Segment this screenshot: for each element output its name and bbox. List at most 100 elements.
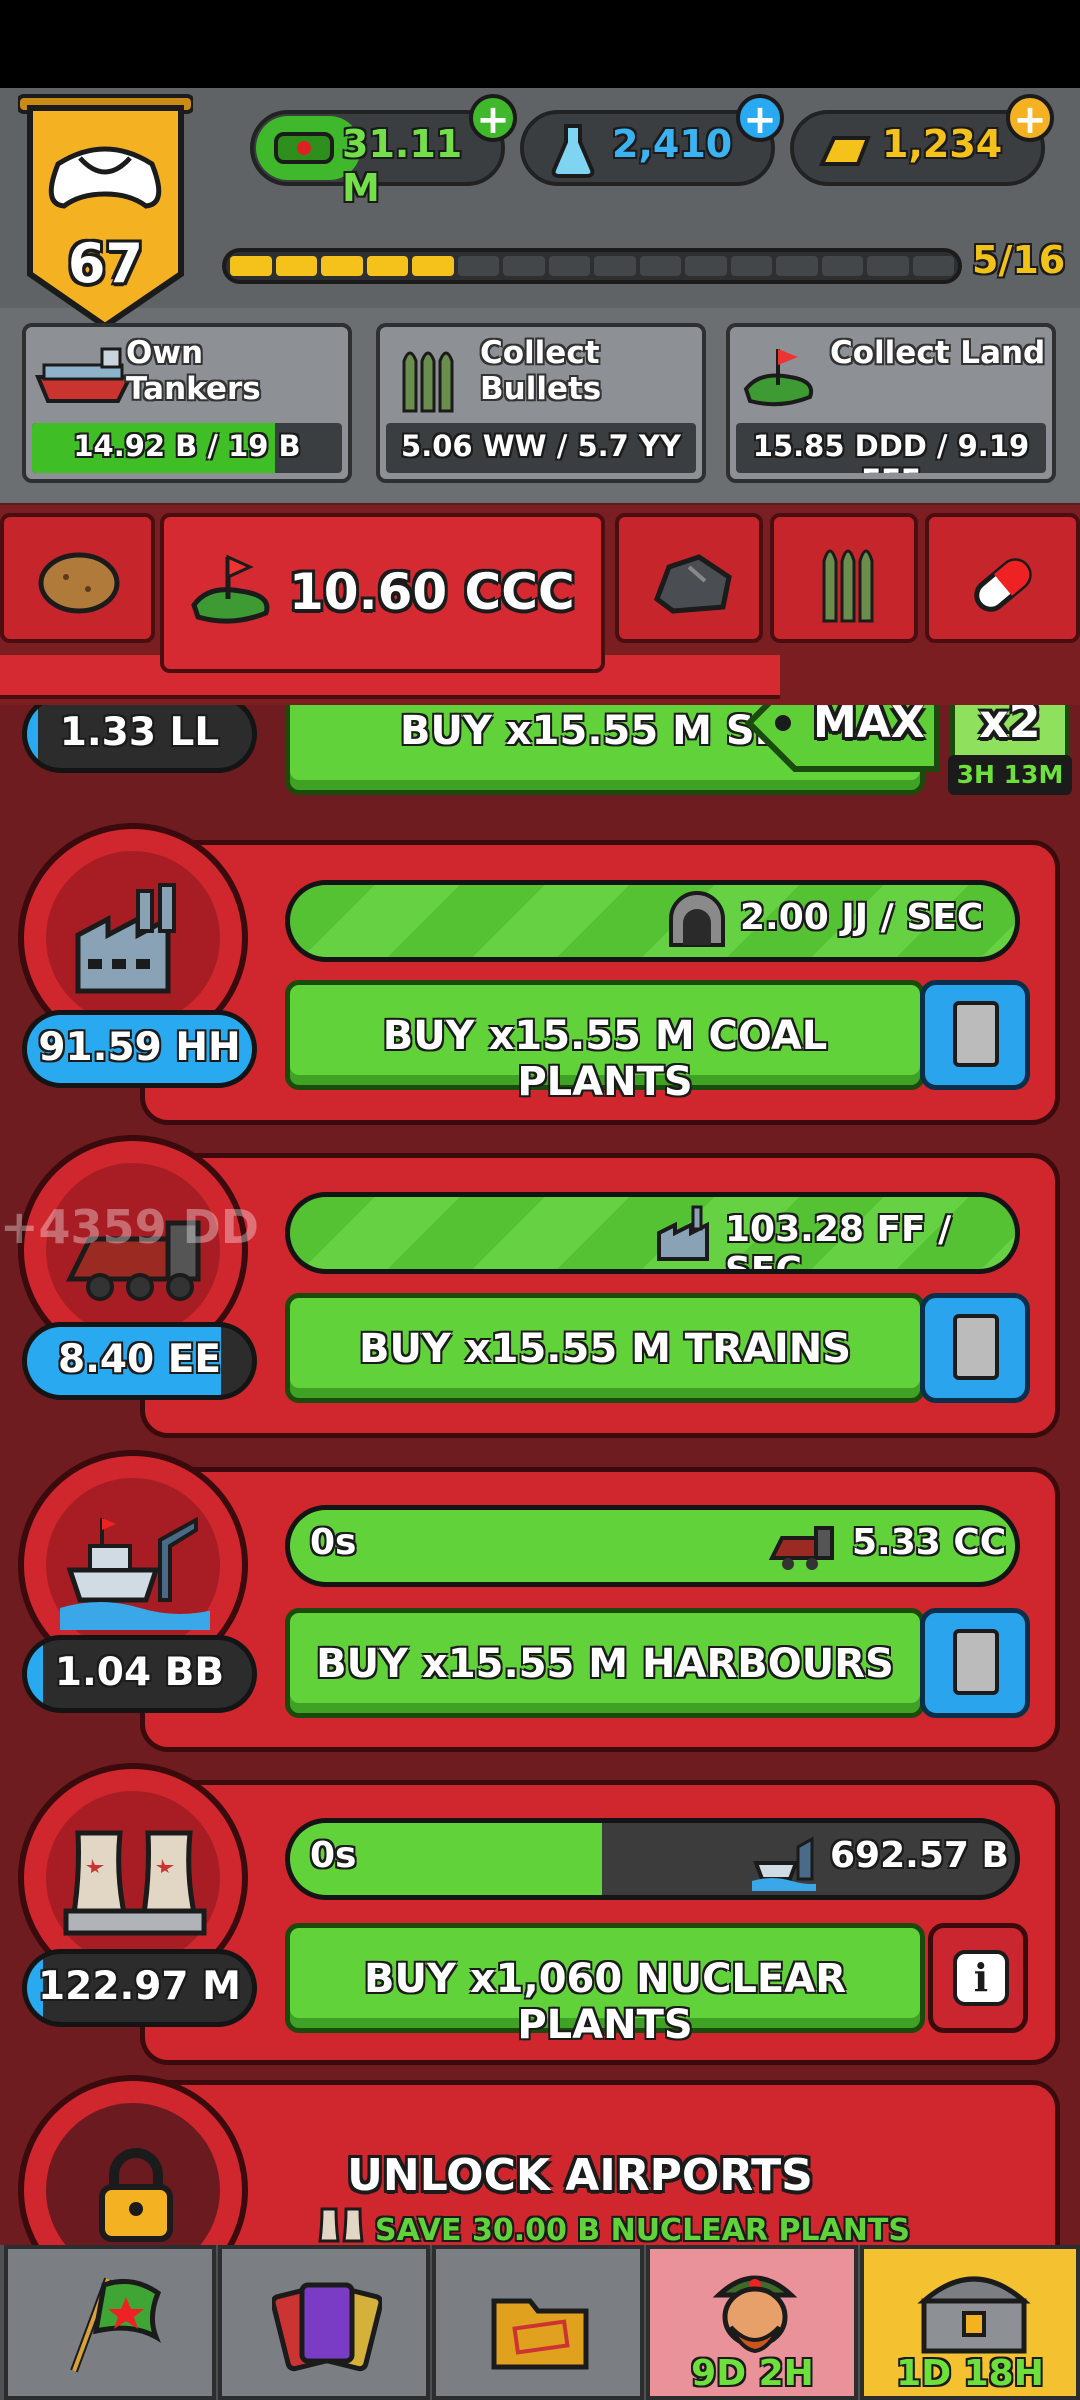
unlock-title: UNLOCK AIRPORTS (347, 2150, 813, 2201)
quest-progress-text: 14.92 B / 19 B (73, 429, 301, 463)
bullets-icon (398, 341, 458, 417)
progress-segment (275, 256, 317, 276)
production-amount: 692.57 B (830, 1835, 1009, 1876)
buy-nuclear-plants-button[interactable]: BUY x1,060 NUCLEAR PLANTS (285, 1923, 925, 2048)
owned-value: 91.59 HH (38, 1025, 241, 1070)
owned-count: 122.97 M (22, 1949, 257, 2027)
level-progress-bar (222, 248, 962, 284)
gold-bars-icon (818, 128, 874, 172)
potato-icon (34, 547, 124, 617)
owned-value: 1.33 LL (59, 710, 220, 755)
tab-ore[interactable] (615, 513, 763, 643)
nav-missions[interactable] (432, 2245, 644, 2400)
progress-segment (821, 256, 863, 276)
quest-own-tankers[interactable]: Own Tankers 14.92 B / 19 B (22, 323, 352, 483)
unlock-requirement: SAVE 30.00 B NUCLEAR PLANTS (375, 2213, 910, 2245)
folder-icon (486, 2271, 596, 2381)
info-icon: i (953, 1950, 1009, 2006)
owned-count: 1.33 LL (22, 705, 257, 773)
progress-segment (867, 256, 909, 276)
quest-title: Own Tankers (126, 335, 261, 407)
buy-coal-plants-button[interactable]: BUY x15.55 M COAL PLANTS (285, 980, 925, 1105)
tab-bullets[interactable] (770, 513, 918, 643)
multiplier-label: x2 (979, 705, 1041, 748)
add-research-button[interactable]: + (736, 94, 784, 142)
harbour-icon (60, 1500, 220, 1630)
quest-collect-land[interactable]: Collect Land 15.85 DDD / 9.19 FFF (726, 323, 1056, 483)
progress-segment (457, 256, 499, 276)
cash-resource[interactable]: 31.11 M + (250, 94, 517, 210)
owned-count: 91.59 HH (22, 1010, 257, 1088)
research-resource[interactable]: 2,410 + (520, 94, 784, 186)
info-button[interactable]: i (928, 1923, 1028, 2033)
tab-potato[interactable] (0, 513, 155, 643)
tab-land-value: 10.60 CCC (289, 563, 575, 621)
progress-segment (230, 256, 272, 276)
level-progress-text: 5/16 (972, 238, 1066, 282)
add-cash-button[interactable]: + (469, 94, 517, 142)
buy-trains-button[interactable]: BUY x15.55 M TRAINS (285, 1293, 925, 1403)
upgrade-card-button[interactable] (920, 980, 1030, 1090)
buy-harbours-button[interactable]: BUY x15.55 M HARBOURS (285, 1608, 925, 1718)
quest-title-line1: Collect (480, 335, 600, 371)
max-label: MAX (813, 705, 925, 748)
land-flag-icon (740, 341, 820, 411)
nuclear-plant-icon (60, 1813, 210, 1943)
quest-collect-bullets[interactable]: Collect Bullets 5.06 WW / 5.7 YY (376, 323, 706, 483)
owned-count: 1.04 BB (22, 1635, 257, 1713)
cards-icon (270, 2271, 384, 2381)
land-flag-icon (188, 549, 278, 629)
bullets-icon (818, 537, 878, 627)
progress-segment (321, 256, 363, 276)
nav-cards[interactable] (218, 2245, 430, 2400)
quest-title-line2: Bullets (480, 371, 602, 407)
card-icon (953, 1629, 999, 1695)
tab-land[interactable]: 10.60 CCC (160, 513, 605, 673)
buy-label: BUY x15.55 M TRAINS (358, 1326, 852, 1372)
upgrade-card-button[interactable] (920, 1293, 1030, 1403)
owned-count: 8.40 EE (22, 1322, 257, 1400)
gold-resource[interactable]: 1,234 + (790, 94, 1054, 186)
mine-icon (665, 889, 729, 953)
nav-rewards-timer: 1D 18H (896, 2353, 1044, 2394)
quest-progress-bar: 15.85 DDD / 9.19 FFF (736, 423, 1046, 473)
progress-segment (503, 256, 545, 276)
nav-flag[interactable] (4, 2245, 216, 2400)
production-bar: 103.28 FF / SEC (285, 1192, 1020, 1274)
buy-label: BUY x1,060 NUCLEAR PLANTS (364, 1956, 846, 2048)
nav-general[interactable]: 9D 2H (646, 2245, 858, 2400)
pill-icon (963, 545, 1043, 625)
buy-label: BUY x15.55 M HARBOURS (316, 1641, 894, 1687)
nav-general-timer: 9D 2H (691, 2353, 814, 2394)
upgrade-card-button[interactable] (920, 1608, 1030, 1718)
nav-rewards[interactable]: 1D 18H (860, 2245, 1080, 2400)
top-hud: 67 31.11 M + 2,410 + 1,234 + 5/16 Own Ta… (0, 88, 1080, 503)
status-bar (0, 0, 1080, 88)
tab-pill[interactable] (925, 513, 1080, 643)
gold-value: 1,234 (882, 122, 1003, 166)
floating-income-text: +4359 DD (0, 1200, 259, 1254)
card-icon (953, 1001, 999, 1067)
train-icon (768, 1518, 838, 1574)
bottom-nav: 9D 2H 1D 18H (0, 2245, 1080, 2400)
production-timer: 0s (310, 1835, 357, 1876)
production-timer: 0s (310, 1522, 357, 1563)
quest-progress-text: 15.85 DDD / 9.19 FFF (752, 429, 1030, 473)
quest-title: Collect Land (830, 335, 1046, 371)
ore-icon (649, 547, 737, 617)
flag-icon (58, 2271, 168, 2381)
max-button[interactable]: MAX (744, 705, 945, 773)
production-bar: 0s 5.33 CC (285, 1505, 1020, 1587)
progress-segment (366, 256, 408, 276)
production-bar: 2.00 JJ / SEC (285, 880, 1020, 962)
add-gold-button[interactable]: + (1006, 94, 1054, 142)
quest-progress-text: 5.06 WW / 5.7 YY (401, 429, 681, 463)
research-value: 2,410 (612, 122, 733, 166)
progress-segment (685, 256, 727, 276)
lock-icon (86, 2145, 186, 2245)
quest-title: Collect Bullets (480, 335, 601, 407)
card-icon (953, 1314, 999, 1380)
progress-segment (548, 256, 590, 276)
cash-icon (274, 128, 336, 168)
level-badge[interactable]: 67 (16, 94, 195, 334)
